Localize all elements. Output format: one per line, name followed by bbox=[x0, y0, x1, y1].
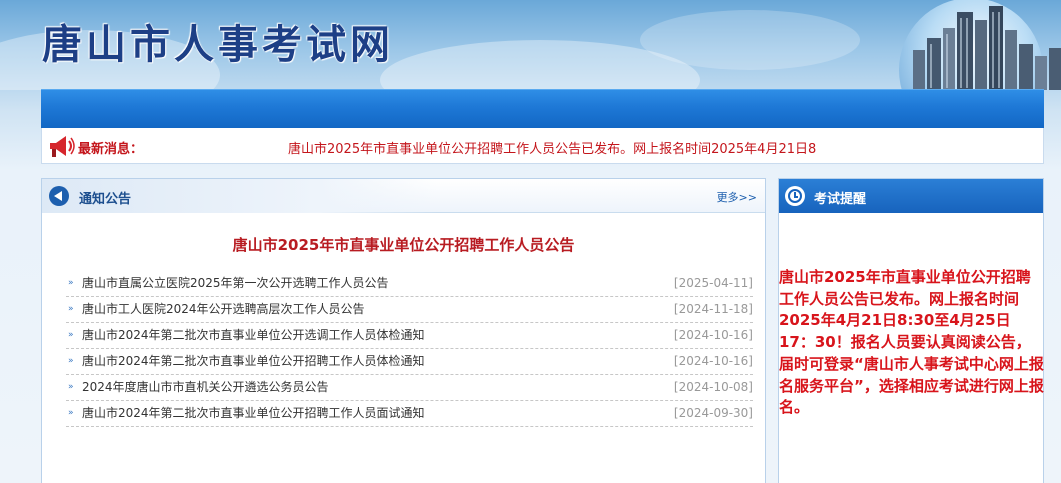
play-arrow-icon bbox=[49, 186, 69, 206]
double-arrow-icon: » bbox=[68, 278, 73, 288]
site-header: 唐山市人事考试网 bbox=[0, 0, 1061, 90]
notice-date: [2024-09-30] bbox=[673, 406, 753, 420]
clock-icon bbox=[785, 186, 805, 206]
notice-link[interactable]: 唐山市2024年第二批次市直事业单位公开选调工作人员体检通知 bbox=[82, 323, 425, 348]
exam-reminder-header: 考试提醒 bbox=[779, 179, 1043, 213]
list-item: » 唐山市2024年第二批次市直事业单位公开招聘工作人员面试通知 [2024-0… bbox=[66, 401, 753, 427]
list-item: » 唐山市2024年第二批次市直事业单位公开招聘工作人员体检通知 [2024-1… bbox=[66, 349, 753, 375]
news-marquee-link[interactable]: 唐山市2025年市直事业单位公开招聘工作人员公告已发布。网上报名时间2025年4… bbox=[288, 138, 848, 157]
notice-panel-header: 通知公告 更多>> bbox=[42, 179, 765, 213]
notice-date: [2024-11-18] bbox=[673, 302, 753, 316]
megaphone-icon bbox=[50, 136, 75, 157]
more-link[interactable]: 更多>> bbox=[717, 189, 757, 205]
exam-reminder-text: 唐山市2025年市直事业单位公开招聘工作人员公告已发布。网上报名时间2025年4… bbox=[779, 268, 1044, 417]
notice-link[interactable]: 2024年度唐山市市直机关公开遴选公务员公告 bbox=[82, 375, 329, 400]
notice-date: [2024-10-08] bbox=[673, 380, 753, 394]
notice-link[interactable]: 唐山市直属公立医院2025年第一次公开选聘工作人员公告 bbox=[82, 271, 389, 296]
notice-panel: 通知公告 更多>> 唐山市2025年市直事业单位公开招聘工作人员公告 » 唐山市… bbox=[41, 178, 766, 483]
list-item: » 唐山市2024年第二批次市直事业单位公开选调工作人员体检通知 [2024-1… bbox=[66, 323, 753, 349]
double-arrow-icon: » bbox=[68, 382, 73, 392]
exam-reminder-panel: 考试提醒 唐山市2025年市直事业单位公开招聘工作人员公告已发布。网上报名时间2… bbox=[778, 178, 1044, 483]
double-arrow-icon: » bbox=[68, 356, 73, 366]
list-item: » 唐山市工人医院2024年公开选聘高层次工作人员公告 [2024-11-18] bbox=[66, 297, 753, 323]
notice-panel-title: 通知公告 bbox=[79, 192, 132, 207]
cloud-decoration bbox=[640, 10, 860, 70]
exam-reminder-title: 考试提醒 bbox=[814, 192, 867, 207]
notice-date: [2024-10-16] bbox=[673, 328, 753, 342]
headline-link[interactable]: 唐山市2025年市直事业单位公开招聘工作人员公告 bbox=[42, 234, 765, 255]
city-skyline-icon bbox=[899, 0, 1061, 90]
nav-bar bbox=[41, 89, 1044, 128]
notice-link[interactable]: 唐山市2024年第二批次市直事业单位公开招聘工作人员面试通知 bbox=[82, 401, 425, 426]
list-item: » 2024年度唐山市市直机关公开遴选公务员公告 [2024-10-08] bbox=[66, 375, 753, 401]
site-title: 唐山市人事考试网 bbox=[42, 21, 394, 68]
notice-date: [2025-04-11] bbox=[673, 276, 753, 290]
notice-link[interactable]: 唐山市工人医院2024年公开选聘高层次工作人员公告 bbox=[82, 297, 365, 322]
double-arrow-icon: » bbox=[68, 408, 73, 418]
double-arrow-icon: » bbox=[68, 330, 73, 340]
news-label: 最新消息： bbox=[78, 142, 144, 157]
notice-date: [2024-10-16] bbox=[673, 354, 753, 368]
notice-link[interactable]: 唐山市2024年第二批次市直事业单位公开招聘工作人员体检通知 bbox=[82, 349, 425, 374]
list-item: » 唐山市直属公立医院2025年第一次公开选聘工作人员公告 [2025-04-1… bbox=[66, 271, 753, 297]
news-ticker: 最新消息： 唐山市2025年市直事业单位公开招聘工作人员公告已发布。网上报名时间… bbox=[41, 128, 1044, 164]
double-arrow-icon: » bbox=[68, 304, 73, 314]
notice-list: » 唐山市直属公立医院2025年第一次公开选聘工作人员公告 [2025-04-1… bbox=[66, 271, 753, 427]
